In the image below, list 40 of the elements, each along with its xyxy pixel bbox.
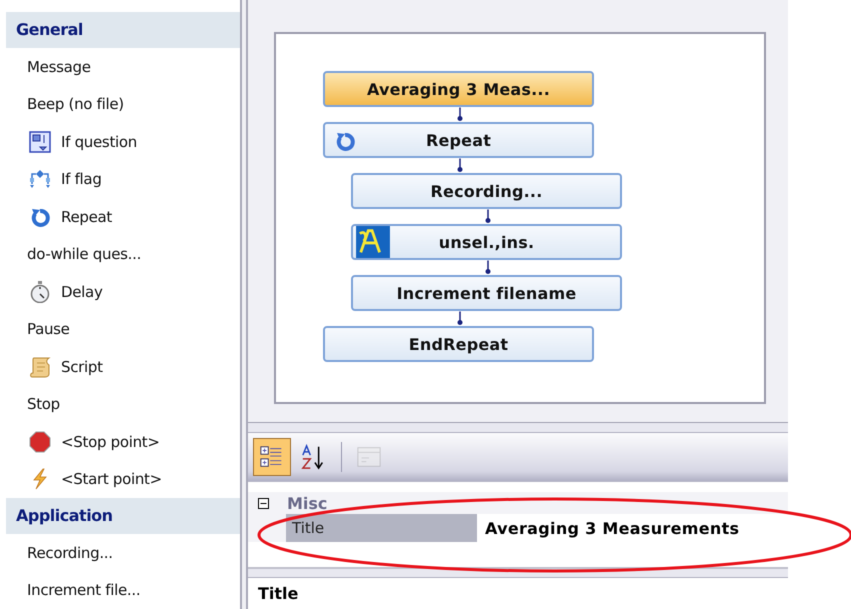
flow-node[interactable]: unsel.,ins. [351, 224, 622, 260]
toolbox-item[interactable]: Recording... [0, 534, 240, 572]
property-value[interactable]: Averaging 3 Measurements [477, 514, 788, 542]
loop-arrow-icon [334, 130, 356, 152]
collapse-toggle[interactable] [258, 498, 269, 508]
category-label: Misc [287, 494, 328, 512]
connector-arrow [457, 107, 463, 122]
toolbox-item[interactable]: Repeat [0, 198, 240, 236]
toolbox-item[interactable]: If question [0, 123, 240, 160]
flow-node[interactable]: EndRepeat [323, 326, 594, 362]
description-title: Title [258, 584, 298, 603]
flowchart-icon [29, 130, 51, 153]
toolbox-item[interactable]: do-while ques... [0, 236, 240, 273]
toolbox-item[interactable]: <Stop point> [0, 423, 240, 460]
property-name[interactable]: Title [286, 514, 477, 542]
toolbox-item[interactable]: Message [0, 48, 240, 86]
connector-arrow [457, 158, 463, 173]
categorized-button[interactable] [253, 438, 291, 476]
toolbox-item[interactable]: If flag [0, 160, 240, 198]
flow-node[interactable]: Averaging 3 Meas... [323, 71, 594, 107]
toolbox-item[interactable]: <Start point> [0, 460, 240, 498]
toolbox-item[interactable]: Delay [0, 273, 240, 310]
connector-arrow [485, 209, 491, 224]
toolbox-item[interactable]: Script [0, 348, 240, 386]
flow-node[interactable]: Increment filename [351, 275, 622, 311]
group-header[interactable]: General [6, 12, 240, 48]
toolbox-item[interactable]: Increment file... [0, 572, 240, 609]
toolbox-item[interactable]: Stop [0, 386, 240, 423]
stopwatch-icon [29, 280, 51, 303]
scroll-icon [29, 356, 51, 378]
connector-arrow [457, 311, 463, 326]
toolbox-item[interactable]: Pause [0, 310, 240, 348]
stop-sign-icon [29, 430, 51, 453]
branch-icon [29, 168, 51, 190]
text-tool-icon [355, 226, 391, 258]
connector-arrow [485, 260, 491, 275]
group-header[interactable]: Application [6, 498, 240, 534]
toolbox-item[interactable]: Beep (no file) [0, 86, 240, 123]
flow-node[interactable]: Recording... [351, 173, 622, 209]
flow-node[interactable]: Repeat [323, 122, 594, 158]
